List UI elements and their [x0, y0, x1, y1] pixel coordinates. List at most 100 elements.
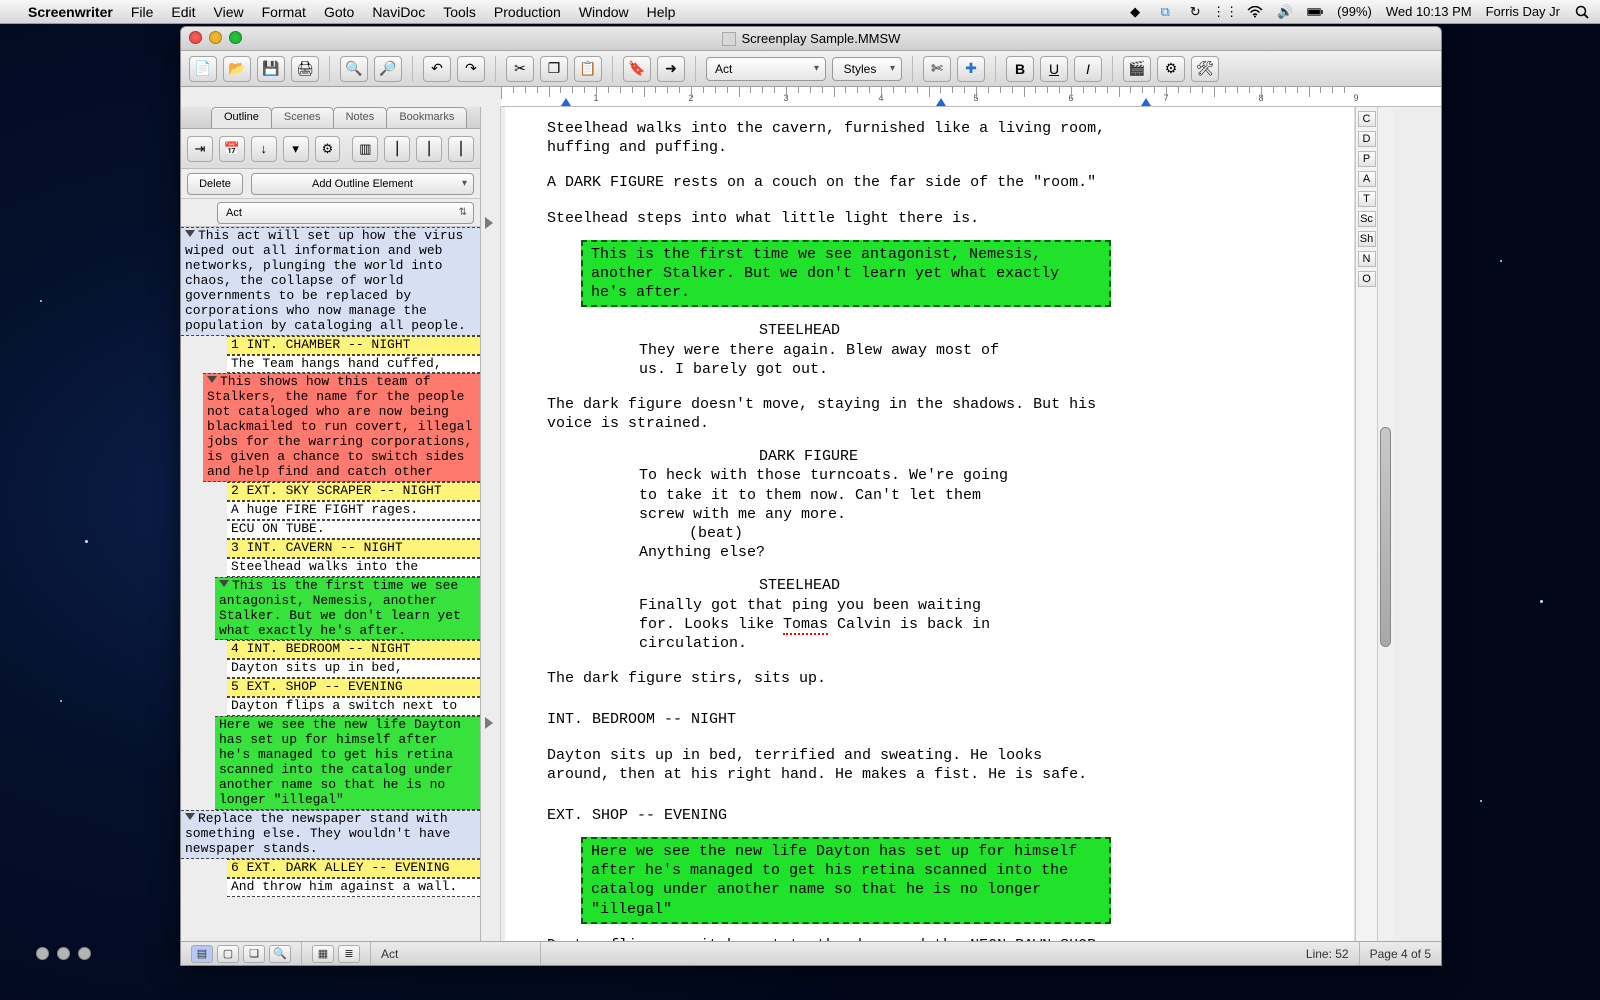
view-toggle-a[interactable]: ▦	[312, 945, 334, 963]
disclosure-triangle-icon[interactable]	[185, 230, 195, 237]
outline-item[interactable]: 2 EXT. SKY SCRAPER -- NIGHT	[227, 482, 480, 501]
timemachine-icon[interactable]: ↻	[1187, 4, 1203, 20]
scissors-button[interactable]: ✄	[923, 56, 951, 82]
menu-edit[interactable]: Edit	[171, 4, 195, 20]
outline-item[interactable]: Dayton flips a switch next to	[227, 697, 480, 716]
outline-item[interactable]: 1 INT. CHAMBER -- NIGHT	[227, 336, 480, 355]
zoom-out-button[interactable]: 🔎	[374, 56, 402, 82]
outline-style-button[interactable]: ▾	[283, 136, 309, 162]
add-outline-element-button[interactable]: Add Outline Element	[251, 173, 474, 195]
outline-list[interactable]: This act will set up how the virus wiped…	[181, 227, 480, 941]
menu-navidoc[interactable]: NaviDoc	[372, 4, 425, 20]
menu-help[interactable]: Help	[647, 4, 676, 20]
app-menu[interactable]: Screenwriter	[28, 4, 113, 20]
menuextra-icon[interactable]: ◆	[1127, 4, 1143, 20]
outline-item[interactable]: ECU ON TUBE.	[227, 520, 480, 539]
outline-columns-button[interactable]: ▥	[352, 136, 378, 162]
paste-button[interactable]: 📋	[574, 56, 602, 82]
battery-percent[interactable]: (99%)	[1337, 4, 1372, 19]
clock[interactable]: Wed 10:13 PM	[1386, 4, 1472, 19]
element-shortcut-d[interactable]: D	[1358, 131, 1376, 147]
menu-goto[interactable]: Goto	[324, 4, 354, 20]
outline-down-button[interactable]: ↓	[251, 136, 277, 162]
outline-indent-button[interactable]: ⇥	[187, 136, 213, 162]
outline-item[interactable]: And throw him against a wall.	[227, 878, 480, 897]
screenplay-page[interactable]: Steelhead walks into the cavern, furnish…	[505, 107, 1355, 941]
element-shortcut-sc[interactable]: Sc	[1358, 211, 1376, 227]
outline-item[interactable]: 6 EXT. DARK ALLEY -- EVENING	[227, 859, 480, 878]
element-shortcut-sh[interactable]: Sh	[1358, 231, 1376, 247]
view-mode-zoom[interactable]: 🔍	[269, 945, 291, 963]
redo-button[interactable]: ↷	[457, 56, 485, 82]
spotlight-icon[interactable]	[1574, 4, 1590, 20]
dropbox-icon[interactable]: ⧉	[1157, 4, 1173, 20]
outline-slider1[interactable]: ⎮	[384, 136, 410, 162]
battery-icon[interactable]	[1307, 4, 1323, 20]
outline-settings-button[interactable]: ⚙	[315, 136, 341, 162]
outline-item[interactable]: Dayton sits up in bed,	[227, 659, 480, 678]
outline-item[interactable]: Replace the newspaper stand with somethi…	[181, 810, 480, 859]
goto-button[interactable]: ➜	[657, 56, 685, 82]
add-element-button[interactable]: ✚	[957, 56, 985, 82]
scrollbar-thumb[interactable]	[1380, 427, 1391, 647]
outline-item[interactable]: This act will set up how the virus wiped…	[181, 227, 480, 336]
tab-scenes[interactable]: Scenes	[271, 107, 334, 128]
outline-item[interactable]: Here we see the new life Dayton has set …	[215, 716, 480, 810]
underline-button[interactable]: U	[1040, 56, 1068, 82]
delete-button[interactable]: Delete	[187, 173, 243, 195]
bluetooth-icon[interactable]: ⋮⋮	[1217, 4, 1233, 20]
tab-notes[interactable]: Notes	[333, 107, 388, 128]
disclosure-triangle-icon[interactable]	[207, 376, 217, 383]
print-button[interactable]: 🖨	[291, 56, 319, 82]
bookmark-button[interactable]: 🔖	[623, 56, 651, 82]
tab-outline[interactable]: Outline	[211, 107, 272, 128]
menu-view[interactable]: View	[214, 4, 244, 20]
outline-slider2[interactable]: ⎮	[416, 136, 442, 162]
tab-bookmarks[interactable]: Bookmarks	[386, 107, 467, 128]
element-shortcut-a[interactable]: A	[1358, 171, 1376, 187]
window-minimize-button[interactable]	[209, 31, 222, 44]
outline-calendar-button[interactable]: 📅	[219, 136, 245, 162]
copy-button[interactable]: ❐	[540, 56, 568, 82]
element-type-select[interactable]: Act	[706, 57, 826, 81]
wifi-icon[interactable]	[1247, 4, 1263, 20]
outline-item[interactable]: 3 INT. CAVERN -- NIGHT	[227, 539, 480, 558]
element-shortcut-t[interactable]: T	[1358, 191, 1376, 207]
element-shortcut-o[interactable]: O	[1358, 271, 1376, 287]
menu-window[interactable]: Window	[579, 4, 629, 20]
menu-production[interactable]: Production	[494, 4, 561, 20]
note-collapse-arrow[interactable]	[485, 217, 493, 229]
user-menu[interactable]: Forris Day Jr	[1486, 4, 1560, 19]
preferences-button[interactable]: ⚙	[1157, 56, 1185, 82]
disclosure-triangle-icon[interactable]	[185, 813, 195, 820]
outline-item[interactable]: 5 EXT. SHOP -- EVENING	[227, 678, 480, 697]
outline-level-select[interactable]: Act	[217, 202, 474, 224]
view-mode-navidoc[interactable]: ▤	[191, 945, 213, 963]
menu-file[interactable]: File	[131, 4, 154, 20]
note-collapse-arrow[interactable]	[485, 717, 493, 729]
element-shortcut-p[interactable]: P	[1358, 151, 1376, 167]
view-toggle-b[interactable]: ≣	[338, 945, 360, 963]
italic-button[interactable]: I	[1074, 56, 1102, 82]
outline-item[interactable]: This is the first time we see antagonist…	[215, 577, 480, 641]
open-button[interactable]: 📂	[223, 56, 251, 82]
disclosure-triangle-icon[interactable]	[219, 580, 229, 587]
tools-button[interactable]: 🛠	[1191, 56, 1219, 82]
outline-slider3[interactable]: ⎮	[448, 136, 474, 162]
outline-item[interactable]: A huge FIRE FIGHT rages.	[227, 501, 480, 520]
view-mode-page[interactable]: ▢	[217, 945, 239, 963]
outline-item[interactable]: Steelhead walks into the	[227, 558, 480, 577]
save-button[interactable]: 💾	[257, 56, 285, 82]
outline-item[interactable]: 4 INT. BEDROOM -- NIGHT	[227, 640, 480, 659]
menu-tools[interactable]: Tools	[443, 4, 476, 20]
vertical-scrollbar[interactable]	[1377, 107, 1393, 941]
undo-button[interactable]: ↶	[423, 56, 451, 82]
outline-item[interactable]: The Team hangs hand cuffed,	[227, 355, 480, 374]
outline-item[interactable]: This shows how this team of Stalkers, th…	[203, 373, 480, 482]
bold-button[interactable]: B	[1006, 56, 1034, 82]
element-shortcut-n[interactable]: N	[1358, 251, 1376, 267]
styles-button[interactable]: Styles	[832, 57, 902, 81]
zoom-in-button[interactable]: 🔍	[340, 56, 368, 82]
window-close-button[interactable]	[189, 31, 202, 44]
element-shortcut-c[interactable]: C	[1358, 111, 1376, 127]
